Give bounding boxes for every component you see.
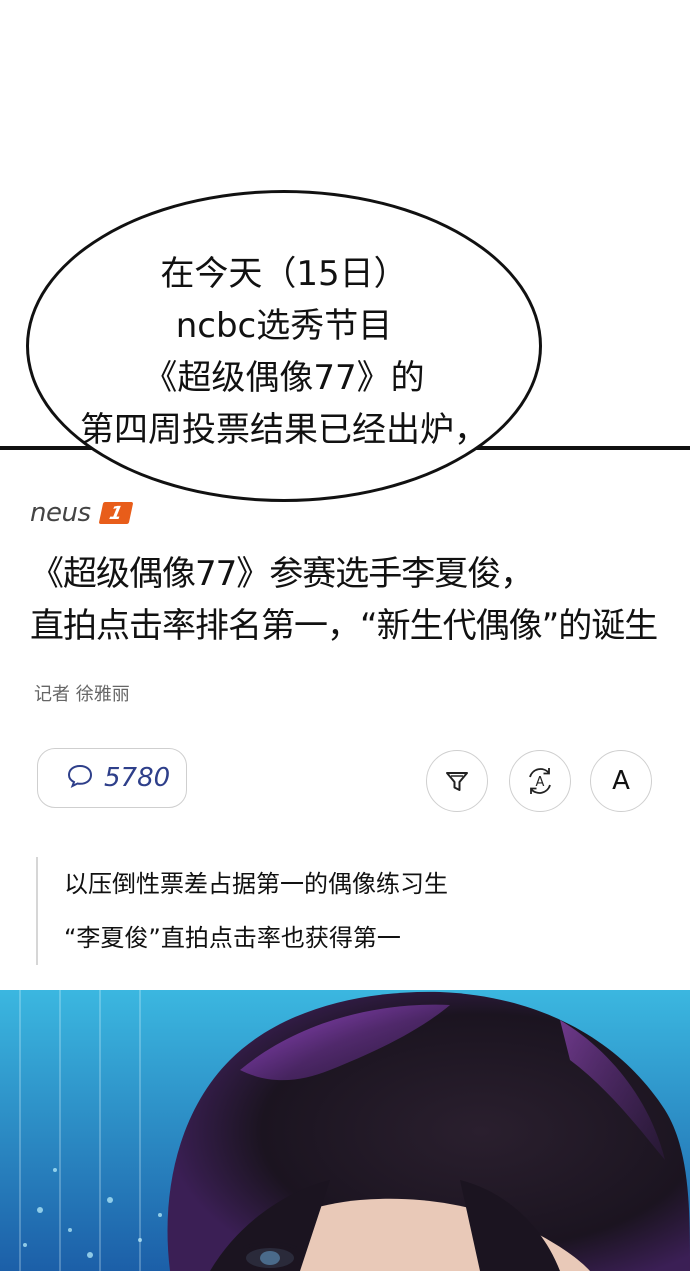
brand-badge: 1 (98, 502, 133, 524)
svg-text:A: A (536, 775, 545, 790)
font-size-button[interactable]: A (590, 750, 652, 812)
article-quote: 以压倒性票差占据第一的偶像练习生 “李夏俊”直拍点击率也获得第一 (36, 857, 664, 965)
bubble-line: ncbc选秀节目 (175, 306, 393, 346)
headline-line: 《超级偶像77》参赛选手李夏俊， (30, 554, 534, 594)
bubble-line: 《超级偶像77》的 (143, 358, 425, 398)
filter-button[interactable] (426, 750, 488, 812)
translate-button[interactable]: A (509, 750, 571, 812)
speech-bubble-text: 在今天（15日） ncbc选秀节目 《超级偶像77》的 第四周投票结果已经出炉， (26, 248, 542, 456)
quote-line: “李夏俊”直拍点击率也获得第一 (64, 924, 401, 952)
speech-bubble-icon (66, 763, 94, 793)
comic-character-illustration (0, 990, 690, 1271)
comment-button[interactable]: 5780 (37, 748, 187, 808)
headline-line: 直拍点击率排名第一，“新生代偶像”的诞生 (30, 606, 658, 646)
bubble-line: 在今天（15日） (160, 254, 408, 294)
quote-line: 以压倒性票差占据第一的偶像练习生 (64, 870, 448, 898)
article-headline: 《超级偶像77》参赛选手李夏俊， 直拍点击率排名第一，“新生代偶像”的诞生 (30, 548, 690, 652)
funnel-icon (443, 767, 471, 795)
font-size-icon: A (612, 766, 630, 796)
translate-icon: A (523, 764, 557, 798)
article-byline: 记者 徐雅丽 (34, 684, 130, 705)
news-brand-logo: neus 1 (30, 498, 133, 528)
comment-count: 5780 (104, 763, 171, 793)
bubble-line: 第四周投票结果已经出炉， (80, 410, 488, 450)
brand-wordmark: neus (30, 498, 91, 528)
